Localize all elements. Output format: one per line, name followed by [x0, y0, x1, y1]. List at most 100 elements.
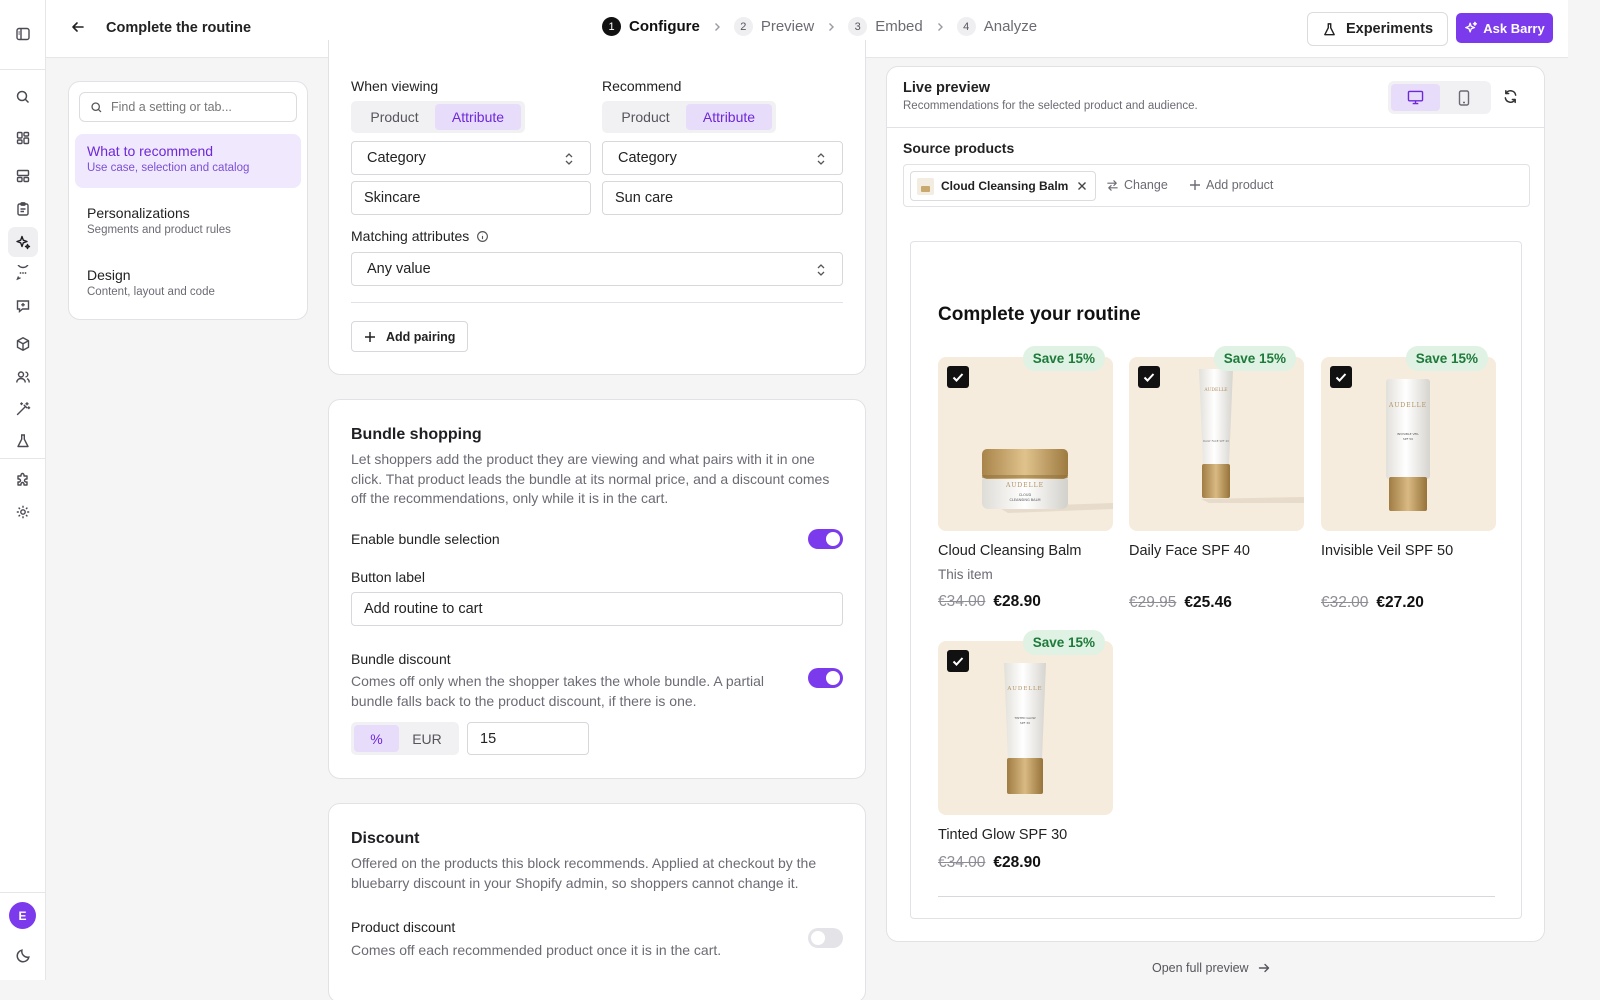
flask-icon [1322, 22, 1346, 37]
product-price: €32.00 €27.20 [1321, 594, 1496, 612]
unit-eur[interactable]: EUR [399, 725, 455, 752]
ask-barry-button[interactable]: Ask Barry [1456, 13, 1553, 43]
divider [887, 127, 1544, 128]
svg-text:CLOUD: CLOUD [1019, 493, 1032, 497]
step-configure[interactable]: 1 Configure [602, 17, 700, 36]
option-attribute[interactable]: Attribute [686, 104, 772, 130]
step-analyze[interactable]: 4 Analyze [956, 17, 1037, 36]
svg-text:SPF 30: SPF 30 [1020, 721, 1030, 725]
add-product-button[interactable]: Add product [1189, 178, 1273, 192]
bundle-discount-input[interactable]: 15 [467, 722, 589, 755]
chat-icon[interactable] [13, 263, 33, 283]
svg-text:AUDELLE: AUDELLE [1203, 387, 1227, 393]
mobile-icon[interactable] [1440, 84, 1489, 111]
unit-percent[interactable]: % [354, 725, 399, 752]
checkbox-checked[interactable] [1138, 366, 1160, 388]
gear-icon[interactable] [13, 502, 33, 522]
product-card[interactable]: AUDELLE CLOUD CLEANSING BALM Save 15% Cl… [938, 346, 1113, 611]
product-image: AUDELLE INVISIBLE VEIL SPF 50 Save 15% [1321, 346, 1496, 531]
recommend-attribute-select[interactable]: Category [602, 141, 843, 175]
new-price: €25.46 [1184, 594, 1232, 611]
users-icon[interactable] [13, 367, 33, 387]
plus-icon [1189, 179, 1206, 191]
refresh-icon[interactable] [1503, 89, 1518, 104]
step-number: 1 [602, 17, 621, 36]
product-image: AUDELLE CLOUD CLEANSING BALM Save 15% [938, 346, 1113, 531]
step-number: 4 [956, 17, 976, 36]
wand-icon[interactable] [13, 399, 33, 419]
product-thumbnail [917, 177, 934, 195]
product-image: AUDELLE TINTED GLOW SPF 30 Save 15% [938, 630, 1113, 815]
preview-title: Live preview [903, 80, 991, 96]
experiments-button[interactable]: Experiments [1307, 12, 1448, 46]
nav-item-personalizations[interactable]: Personalizations Segments and product ru… [75, 196, 301, 250]
widget-title: Complete your routine [938, 304, 1141, 325]
message-icon[interactable] [13, 296, 33, 316]
checkbox-checked[interactable] [1330, 366, 1352, 388]
clipboard-icon[interactable] [13, 199, 33, 219]
change-button[interactable]: Change [1106, 178, 1168, 192]
bundle-title: Bundle shopping [351, 426, 482, 443]
back-arrow-icon[interactable] [70, 19, 90, 39]
discount-title: Discount [351, 830, 420, 847]
product-name: Daily Face SPF 40 [1129, 543, 1250, 559]
nav-item-what-to-recommend[interactable]: What to recommend Use case, selection an… [75, 134, 301, 188]
product-card[interactable]: AUDELLE DAILY FACE SPF 40 Save 15% Daily… [1129, 346, 1304, 612]
add-pairing-button[interactable]: Add pairing [351, 321, 468, 352]
option-attribute[interactable]: Attribute [435, 104, 521, 130]
layout-icon[interactable] [13, 166, 33, 186]
plus-icon [364, 331, 386, 343]
nav-item-subtitle: Segments and product rules [87, 224, 231, 236]
recommend-value-input[interactable]: Sun care [602, 181, 843, 215]
nav-item-subtitle: Content, layout and code [87, 286, 215, 298]
bundle-discount-toggle[interactable] [808, 668, 843, 688]
search-icon[interactable] [13, 87, 33, 107]
matching-attributes-select[interactable]: Any value [351, 252, 843, 286]
chevron-right-icon [814, 22, 848, 32]
package-icon[interactable] [13, 334, 33, 354]
page-title: Complete the routine [106, 20, 252, 36]
svg-text:AUDELLE: AUDELLE [1006, 686, 1042, 692]
flask-icon[interactable] [13, 431, 33, 451]
experiments-label: Experiments [1345, 21, 1434, 37]
open-full-preview-link[interactable]: Open full preview [1152, 961, 1270, 975]
divider [351, 302, 843, 303]
option-product[interactable]: Product [354, 104, 435, 130]
source-product-chip[interactable]: Cloud Cleansing Balm [910, 171, 1097, 201]
puzzle-icon[interactable] [13, 469, 33, 489]
step-number: 3 [848, 17, 868, 36]
bundle-description: Let shoppers add the product they are vi… [351, 451, 830, 506]
checkbox-checked[interactable] [947, 650, 969, 672]
nav-item-design[interactable]: Design Content, layout and code [75, 258, 301, 312]
moon-icon[interactable] [13, 945, 33, 965]
preview-subtitle: Recommendations for the selected product… [903, 100, 1198, 112]
recommend-toggle: Product Attribute [602, 101, 776, 133]
avatar[interactable]: E [9, 902, 36, 929]
enable-bundle-toggle[interactable] [808, 529, 843, 549]
viewing-attribute-select[interactable]: Category [351, 141, 591, 175]
sparkles-icon[interactable] [8, 227, 38, 257]
save-badge: Save 15% [1213, 346, 1296, 371]
viewing-value-input[interactable]: Skincare [351, 181, 591, 215]
sidebar-toggle-icon[interactable] [13, 24, 33, 44]
product-card[interactable]: AUDELLE INVISIBLE VEIL SPF 50 Save 15% I… [1321, 346, 1496, 612]
step-preview[interactable]: 2 Preview [733, 17, 815, 36]
step-label: Preview [760, 18, 815, 35]
product-price: €34.00 €28.90 [938, 593, 1113, 611]
matching-label-text: Matching attributes [351, 228, 470, 244]
option-product[interactable]: Product [605, 104, 686, 130]
product-discount-description: Comes off each recommended product once … [351, 942, 722, 958]
search-icon [90, 101, 111, 114]
product-discount-toggle[interactable] [808, 928, 843, 948]
info-icon[interactable] [476, 230, 489, 243]
when-viewing-toggle: Product Attribute [351, 101, 525, 133]
button-label-input[interactable]: Add routine to cart [351, 592, 843, 626]
settings-search-input[interactable]: Find a setting or tab... [79, 92, 297, 122]
product-card[interactable]: AUDELLE TINTED GLOW SPF 30 Save 15% Tint… [938, 630, 1113, 872]
dashboard-icon[interactable] [13, 128, 33, 148]
checkbox-checked[interactable] [947, 366, 969, 388]
desktop-icon[interactable] [1391, 84, 1440, 111]
svg-text:AUDELLE: AUDELLE [1388, 402, 1427, 409]
close-icon[interactable] [1068, 181, 1087, 191]
step-embed[interactable]: 3 Embed [848, 17, 923, 36]
